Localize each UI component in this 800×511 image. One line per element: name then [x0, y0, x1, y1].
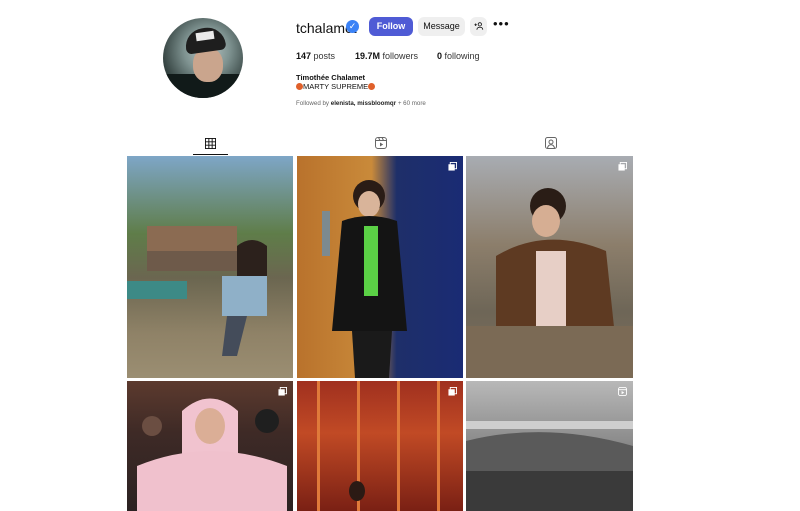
profile-full-name: Timothée Chalamet	[296, 73, 366, 82]
posts-label: posts	[313, 51, 336, 61]
tab-reels[interactable]	[371, 133, 391, 153]
tab-tagged[interactable]	[541, 133, 561, 153]
post-image	[466, 188, 633, 378]
reels-icon	[375, 137, 387, 149]
add-user-icon	[473, 22, 483, 30]
post-tile[interactable]	[297, 381, 463, 511]
stat-followers[interactable]: 19.7M followers	[355, 51, 418, 61]
reel-icon	[618, 387, 627, 396]
message-button[interactable]: Message	[418, 17, 465, 36]
follow-button[interactable]: Follow	[369, 17, 413, 36]
post-tile[interactable]	[127, 381, 293, 511]
profile-bio: MARTY SUPREME	[296, 82, 376, 91]
post-tile[interactable]	[297, 156, 463, 378]
followed-by-more[interactable]: + 60 more	[398, 100, 426, 107]
stat-following[interactable]: 0 following	[437, 51, 480, 61]
multiple-photos-icon	[448, 387, 457, 396]
post-tile[interactable]	[466, 156, 633, 378]
following-count: 0	[437, 51, 443, 61]
followers-count: 19.7M	[355, 51, 381, 61]
multiple-photos-icon	[278, 387, 287, 396]
multiple-photos-icon	[448, 162, 457, 171]
tagged-icon	[545, 137, 557, 149]
suggest-user-button[interactable]	[470, 17, 487, 36]
ping-pong-emoji-icon	[296, 83, 303, 90]
verified-badge-icon: ✓	[346, 20, 359, 33]
followed-by-users[interactable]: elenista, missbloomqr	[331, 100, 396, 107]
following-label: following	[444, 51, 480, 61]
multiple-photos-icon	[618, 162, 627, 171]
posts-count: 147	[296, 51, 312, 61]
post-image	[127, 226, 267, 356]
post-image	[137, 398, 287, 511]
followed-by[interactable]: Followed by elenista, missbloomqr + 60 m…	[296, 100, 426, 107]
post-tile[interactable]	[466, 381, 633, 511]
grid-icon	[204, 137, 216, 149]
post-tile[interactable]	[127, 156, 293, 378]
bio-text: MARTY SUPREME	[303, 82, 369, 91]
followers-label: followers	[382, 51, 419, 61]
post-image	[322, 180, 407, 378]
post-image	[317, 381, 440, 511]
profile-avatar[interactable]	[163, 18, 243, 98]
followed-by-prefix: Followed by	[296, 100, 330, 107]
tab-posts[interactable]	[200, 133, 220, 153]
ping-pong-emoji-icon	[368, 83, 376, 90]
post-image	[466, 421, 633, 511]
active-tab-indicator	[193, 154, 228, 155]
stat-posts: 147 posts	[296, 51, 335, 61]
more-options-icon[interactable]: •••	[493, 16, 510, 31]
